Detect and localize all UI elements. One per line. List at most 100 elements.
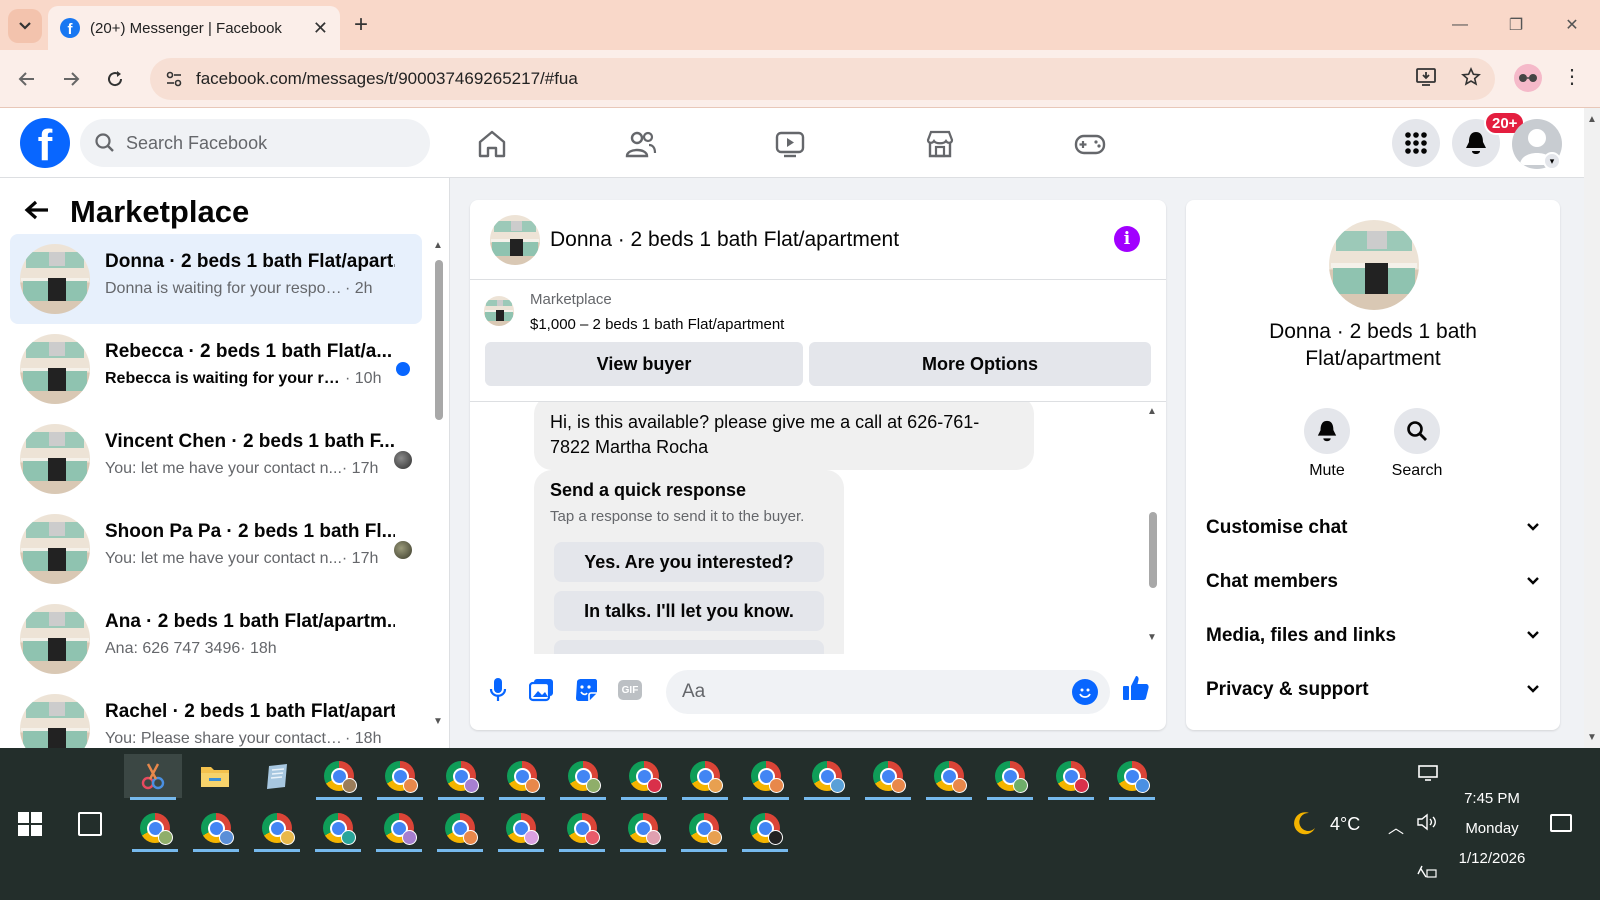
taskbar-chrome-window[interactable] [676,754,734,800]
taskbar-chrome-window[interactable] [553,806,611,852]
taskbar-chrome-window[interactable] [798,754,856,800]
search-action[interactable]: Search [1382,408,1452,480]
friends-icon[interactable] [622,128,658,160]
weather-moon-icon[interactable] [1292,810,1318,843]
mute-button[interactable] [1304,408,1350,454]
scroll-down-arrow-icon[interactable]: ▼ [1587,732,1597,743]
windows-start-icon[interactable] [18,812,42,836]
conversation-item-rachel[interactable]: Rachel · 2 beds 1 bath Flat/apart... You… [10,684,422,748]
taskbar-chrome-window[interactable] [187,806,245,852]
taskbar-chrome-window[interactable] [736,806,794,852]
more-options-button[interactable]: More Options [809,342,1151,386]
network-display-icon[interactable] [1417,764,1439,786]
message-input-box[interactable] [666,670,1110,714]
back-arrow-icon[interactable] [24,197,50,228]
scroll-up-arrow-icon[interactable]: ▲ [1587,114,1597,125]
taskbar-chrome-window[interactable] [492,806,550,852]
listing-title[interactable]: $1,000 – 2 beds 1 bath Flat/apartment [530,316,784,333]
scroll-down-arrow-icon[interactable]: ▼ [1147,632,1157,643]
conversation-item-ana[interactable]: Ana · 2 beds 1 bath Flat/apartm... Ana: … [10,594,422,684]
conversation-item-donna[interactable]: Donna · 2 beds 1 bath Flat/apart... Donn… [10,234,422,324]
taskbar-chrome-window[interactable] [248,806,306,852]
taskbar-chrome-window[interactable] [615,754,673,800]
sticker-icon[interactable] [572,676,600,704]
taskbar-chrome-window[interactable] [310,754,368,800]
clock-date[interactable]: 1/12/2026 [1440,850,1544,867]
quick-response-button[interactable] [554,640,824,654]
taskbar-chrome-window[interactable] [493,754,551,800]
tab-close-icon[interactable]: ✕ [313,18,328,39]
clock-day[interactable]: Monday [1440,820,1544,837]
minimize-button[interactable]: — [1432,0,1488,50]
restore-button[interactable]: ❐ [1488,0,1544,50]
taskbar-chrome-window[interactable] [614,806,672,852]
reload-button[interactable] [100,64,130,94]
video-icon[interactable] [772,128,808,160]
view-buyer-button[interactable]: View buyer [485,342,803,386]
scroll-thumb[interactable] [435,260,443,420]
facebook-search[interactable] [80,119,430,167]
browser-tab-messenger[interactable]: f (20+) Messenger | Facebook ✕ [48,6,340,50]
quick-response-in-talks-button[interactable]: In talks. I'll let you know. [554,591,824,631]
conversation-item-shoon-pa-pa[interactable]: Shoon Pa Pa · 2 beds 1 bath Fl... You: l… [10,504,422,594]
taskbar-chrome-window[interactable] [554,754,612,800]
tab-search-button[interactable] [8,9,42,43]
marketplace-icon[interactable] [922,128,958,160]
taskbar-chrome-window[interactable] [981,754,1039,800]
home-icon[interactable] [474,128,510,160]
message-input[interactable] [682,681,1062,703]
conversation-title[interactable]: Donna · 2 beds 1 bath Flat/apartment [550,228,899,252]
browser-profile-icon[interactable] [1514,64,1542,92]
site-info-icon[interactable] [154,71,194,87]
browser-menu-icon[interactable]: ⋮ [1562,64,1582,89]
scroll-thumb[interactable] [1149,512,1157,588]
taskbar-chrome-window[interactable] [737,754,795,800]
taskbar-chrome-window[interactable] [675,806,733,852]
install-app-icon[interactable] [1415,67,1437,93]
microphone-icon[interactable] [484,676,512,704]
taskbar-app-snipping[interactable] [124,754,182,800]
taskbar-chrome-window[interactable] [1103,754,1161,800]
close-window-button[interactable]: ✕ [1544,0,1600,50]
gif-icon[interactable]: GIF [618,680,642,700]
scroll-down-arrow-icon[interactable]: ▼ [433,716,443,727]
page-scrollbar[interactable]: ▲ ▼ [1584,108,1600,748]
account-chevron-icon[interactable]: ▾ [1543,152,1561,170]
chat-list-scrollbar[interactable]: ▲ ▼ [432,238,446,738]
emoji-icon[interactable] [1072,679,1098,705]
taskbar-chrome-window[interactable] [370,806,428,852]
gaming-icon[interactable] [1072,128,1108,160]
keyboard-layout-icon[interactable] [1416,864,1438,884]
clock-time[interactable]: 7:45 PM [1440,790,1544,807]
scroll-up-arrow-icon[interactable]: ▲ [1147,406,1157,417]
taskbar-chrome-window[interactable] [371,754,429,800]
chat-members-section[interactable]: Chat members [1206,562,1540,602]
facebook-search-input[interactable] [126,132,406,154]
media-files-links-section[interactable]: Media, files and links [1206,616,1540,656]
customise-chat-section[interactable]: Customise chat [1206,508,1540,548]
address-bar[interactable]: facebook.com/messages/t/900037469265217/… [150,58,1495,100]
conversation-avatar[interactable] [490,215,540,265]
taskbar-app-file-explorer[interactable] [186,754,244,798]
info-icon[interactable]: i [1114,226,1140,252]
quick-response-interested-button[interactable]: Yes. Are you interested? [554,542,824,582]
conversation-item-vincent-chen[interactable]: Vincent Chen · 2 beds 1 bath F... You: l… [10,414,422,504]
conversation-item-rebecca[interactable]: Rebecca · 2 beds 1 bath Flat/a... Rebecc… [10,324,422,414]
task-view-icon[interactable] [78,812,102,836]
message-scrollbar[interactable]: ▲ ▼ [1146,406,1160,650]
new-tab-button[interactable]: + [354,12,368,38]
mute-action[interactable]: Mute [1292,408,1362,480]
menu-button[interactable] [1392,119,1440,167]
scroll-up-arrow-icon[interactable]: ▲ [433,240,443,251]
taskbar-chrome-window[interactable] [859,754,917,800]
bookmark-star-icon[interactable] [1461,67,1481,93]
url-text[interactable]: facebook.com/messages/t/900037469265217/… [196,69,578,89]
taskbar-chrome-window[interactable] [309,806,367,852]
taskbar-chrome-window[interactable] [432,754,490,800]
back-button[interactable] [12,64,42,94]
taskbar-app-notes[interactable] [248,754,306,798]
forward-button[interactable] [56,64,86,94]
privacy-support-section[interactable]: Privacy & support [1206,670,1540,710]
facebook-logo-icon[interactable]: f [20,118,70,168]
taskbar-chrome-window[interactable] [1042,754,1100,800]
